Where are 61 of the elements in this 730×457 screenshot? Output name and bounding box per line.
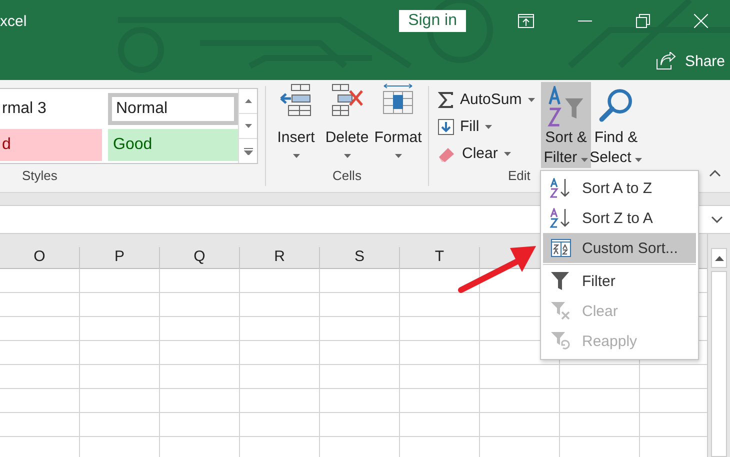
group-label: Styles [21, 168, 58, 185]
clear-filter-icon [550, 301, 572, 321]
scroll-up-button[interactable] [711, 248, 727, 268]
column-header[interactable]: S [320, 247, 400, 269]
up-triangle-icon [714, 256, 724, 260]
sort-ascending-icon [550, 178, 572, 198]
caret-icon [504, 152, 511, 156]
share-button[interactable]: Share [656, 52, 730, 70]
editing-button[interactable]: Clear [436, 140, 541, 167]
menu-item[interactable]: Filter [543, 266, 696, 296]
restore-icon[interactable] [636, 14, 650, 28]
share-icon [656, 52, 676, 70]
column-header[interactable]: P [80, 247, 160, 269]
cell-style[interactable]: rmal 3 [0, 93, 104, 125]
caret-icon [394, 154, 402, 158]
custom-sort-icon [550, 238, 572, 258]
caret-icon [292, 154, 300, 158]
vertical-scrollbar[interactable] [707, 234, 730, 457]
more-icon [244, 148, 252, 154]
menu-item[interactable]: Sort A to Z [543, 173, 696, 203]
fill-down-icon [438, 118, 454, 134]
caret-icon [485, 124, 492, 128]
cell-style[interactable]: d [0, 129, 102, 161]
column-header[interactable]: Q [160, 247, 240, 269]
menu-item[interactable]: Custom Sort... [543, 233, 696, 263]
editing-button[interactable]: Fill [436, 113, 541, 140]
filter-icon [550, 271, 572, 291]
cell-style[interactable]: Normal [108, 93, 238, 125]
insert-cells-icon [279, 83, 313, 117]
down-triangle-icon [244, 124, 252, 128]
sort-descending-icon [550, 208, 572, 228]
ribbon-button[interactable]: Sort & Filter [541, 82, 591, 168]
eraser-icon [438, 146, 456, 162]
column-header[interactable]: R [240, 247, 320, 269]
editing-button[interactable]: AutoSum [436, 86, 541, 113]
caret-icon [635, 158, 642, 162]
ribbon-button[interactable]: Find & Select [591, 82, 641, 168]
delete-cells-icon [330, 83, 364, 117]
column-header[interactable]: O [0, 247, 80, 269]
expand-icon[interactable] [711, 216, 723, 223]
sigma-icon [438, 92, 454, 108]
reapply-filter-icon [550, 331, 572, 351]
cells-button[interactable]: Insert [270, 80, 322, 168]
caret-icon [344, 154, 350, 158]
caret-icon [581, 158, 588, 162]
close-icon[interactable] [694, 14, 708, 28]
ribbon-display-icon[interactable] [518, 14, 534, 28]
menu-item[interactable]: Sort Z to A [543, 203, 696, 233]
cells-button[interactable]: Delete [322, 80, 372, 168]
cells-button[interactable]: Format [372, 80, 424, 168]
collapse-ribbon-icon[interactable] [709, 170, 721, 177]
format-cells-icon [381, 83, 415, 117]
group-label: Cells [332, 168, 362, 185]
group-label: Edit [508, 168, 530, 183]
cell-style[interactable]: Good [108, 129, 238, 161]
sign-in-button[interactable]: Sign in [399, 10, 466, 32]
caret-icon [528, 98, 535, 102]
window-title: xcel [0, 12, 27, 30]
up-triangle-icon [244, 99, 252, 103]
column-header[interactable]: T [400, 247, 480, 269]
sort-filter-icon [546, 86, 586, 128]
